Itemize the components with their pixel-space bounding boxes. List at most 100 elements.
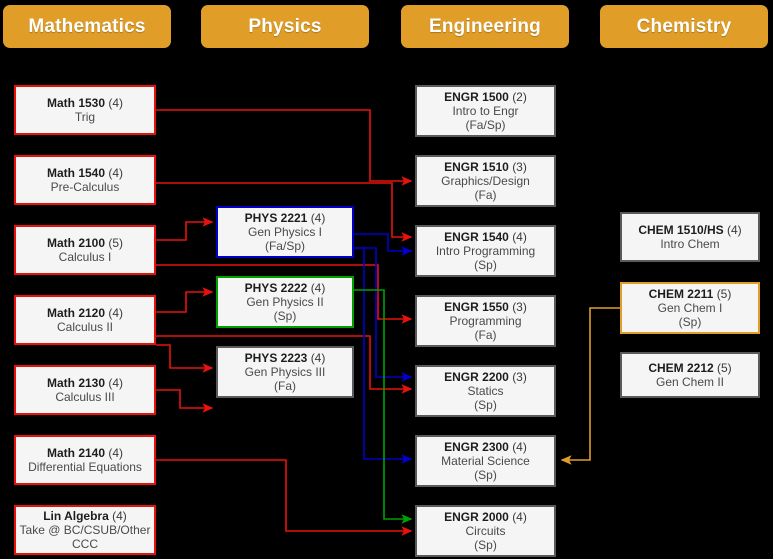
course-term: (Sp) [474, 398, 497, 413]
course-box-engr2000[interactable]: ENGR 2000 (4) Circuits (Sp) [415, 505, 556, 557]
course-box-engr1500[interactable]: ENGR 1500 (2) Intro to Engr (Fa/Sp) [415, 85, 556, 137]
course-box-engr1540[interactable]: ENGR 1540 (4) Intro Programming (Sp) [415, 225, 556, 277]
course-name: Intro Programming [435, 243, 536, 258]
course-term: (Sp) [474, 468, 497, 483]
course-units: (3) [512, 299, 527, 314]
course-code: ENGR 1500 [444, 89, 513, 104]
course-units: (4) [108, 375, 124, 390]
course-name: Gen Chem I [657, 300, 723, 315]
course-box-phys2223[interactable]: PHYS 2223 (4) Gen Physics III (Fa) [216, 346, 354, 398]
course-units: (4) [512, 439, 527, 454]
course-name: Trig [74, 110, 96, 124]
course-code-units: PHYS 2223 (4) [245, 351, 326, 365]
course-name: Calculus III [55, 390, 115, 404]
edge-math1530-to-engr1510 [156, 109, 413, 186]
course-code: CHEM 1510/HS [638, 222, 728, 237]
course-box-chem2212[interactable]: CHEM 2212 (5) Gen Chem II [620, 352, 760, 398]
course-code: Math 2120 [46, 305, 109, 320]
course-code-units: CHEM 2212 (5) [648, 361, 731, 375]
course-units: (4) [112, 508, 127, 523]
course-box-math1540[interactable]: Math 1540 (4) Pre-Calculus [14, 155, 156, 205]
course-box-math2140[interactable]: Math 2140 (4) Differential Equations [14, 435, 156, 485]
course-code-units: Math 2100 (5) [47, 236, 123, 250]
course-units: (5) [716, 286, 732, 301]
course-code-units: Lin Algebra (4) [43, 509, 127, 523]
course-name: Intro to Engr [452, 103, 519, 118]
course-name: Material Science [441, 453, 530, 468]
course-units: (4) [512, 509, 527, 524]
course-term: (Sp) [474, 258, 497, 273]
course-code: CHEM 2211 [648, 286, 717, 301]
course-code-units: ENGR 2000 (4) [444, 510, 527, 524]
course-box-phys2222[interactable]: PHYS 2222 (4) Gen Physics II (Sp) [216, 276, 354, 328]
course-units: (4) [108, 165, 124, 180]
course-units: (4) [108, 305, 124, 320]
edge-phys2221-to-engr1540 [354, 233, 413, 256]
course-box-phys2221[interactable]: PHYS 2221 (4) Gen Physics I (Fa/Sp) [216, 206, 354, 258]
course-name: Circuits [465, 523, 506, 538]
course-box-chem2211[interactable]: CHEM 2211 (5) Gen Chem I (Sp) [620, 282, 760, 334]
edge-math2120-to-phys2222 [156, 287, 214, 313]
course-units: (4) [108, 95, 124, 110]
course-box-engr2200[interactable]: ENGR 2200 (3) Statics (Sp) [415, 365, 556, 417]
edge-math2140-to-engr2000 [156, 459, 413, 536]
edge-math2120-to-phys2223 [156, 344, 214, 373]
course-name: Pre-Calculus [50, 180, 120, 194]
column-header-engineering: Engineering [401, 5, 569, 48]
course-units: (5) [717, 360, 732, 375]
flowchart-canvas: Mathematics Physics Engineering Chemistry M… [0, 0, 773, 559]
course-term: (Fa) [274, 379, 296, 394]
course-units: (4) [310, 210, 326, 225]
course-code: Math 1530 [46, 95, 109, 110]
course-term: CCC [72, 537, 98, 552]
course-code: ENGR 1540 [444, 229, 513, 244]
course-box-linalg[interactable]: Lin Algebra (4) Take @ BC/CSUB/Other CCC [14, 505, 156, 555]
course-box-engr2300[interactable]: ENGR 2300 (4) Material Science (Sp) [415, 435, 556, 487]
course-name: Statics [467, 383, 504, 398]
course-units: (4) [727, 222, 742, 237]
course-units: (3) [512, 159, 527, 174]
course-code: ENGR 1510 [444, 159, 513, 174]
course-box-engr1550[interactable]: ENGR 1550 (3) Programming (Fa) [415, 295, 556, 347]
course-term: (Sp) [273, 309, 297, 324]
course-box-math2130[interactable]: Math 2130 (4) Calculus III [14, 365, 156, 415]
edge-chem2211-to-engr2300 [560, 307, 620, 465]
course-units: (4) [108, 445, 124, 460]
course-code: PHYS 2222 [244, 280, 311, 295]
course-term: (Fa/Sp) [465, 118, 506, 133]
course-name: Intro Chem [660, 237, 720, 251]
course-box-math1530[interactable]: Math 1530 (4) Trig [14, 85, 156, 135]
course-units: (2) [512, 89, 527, 104]
course-code-units: PHYS 2222 (4) [245, 281, 326, 295]
column-header-mathematics: Mathematics [3, 5, 171, 48]
course-code: PHYS 2221 [244, 210, 311, 225]
course-code-units: ENGR 2300 (4) [444, 440, 527, 454]
course-code: Lin Algebra [43, 508, 113, 523]
course-box-engr1510[interactable]: ENGR 1510 (3) Graphics/Design (Fa) [415, 155, 556, 207]
course-code-units: CHEM 1510/HS (4) [638, 223, 741, 237]
course-code: ENGR 2200 [444, 369, 513, 384]
course-code: Math 2130 [46, 375, 109, 390]
course-name: Gen Chem II [655, 375, 725, 389]
course-code-units: Math 2120 (4) [47, 306, 123, 320]
course-box-math2100[interactable]: Math 2100 (5) Calculus I [14, 225, 156, 275]
course-code: ENGR 2300 [444, 439, 513, 454]
course-code-units: ENGR 1540 (4) [444, 230, 527, 244]
course-code-units: Math 2140 (4) [47, 446, 123, 460]
course-term: (Fa) [474, 188, 497, 203]
course-code: Math 2100 [46, 235, 109, 250]
course-code: Math 1540 [46, 165, 109, 180]
course-code: Math 2140 [46, 445, 109, 460]
course-box-chem1510[interactable]: CHEM 1510/HS (4) Intro Chem [620, 212, 760, 262]
course-code-units: PHYS 2221 (4) [245, 211, 326, 225]
course-name: Calculus I [58, 250, 112, 264]
course-box-math2120[interactable]: Math 2120 (4) Calculus II [14, 295, 156, 345]
edge-math2130-to-engr2300 [156, 389, 214, 413]
course-code-units: Math 1540 (4) [47, 166, 123, 180]
course-units: (5) [108, 235, 124, 250]
course-code-units: Math 1530 (4) [47, 96, 123, 110]
course-name: Take @ BC/CSUB/Other [19, 522, 151, 537]
course-code-units: CHEM 2211 (5) [649, 287, 732, 301]
course-units: (3) [512, 369, 527, 384]
course-term: (Sp) [474, 538, 497, 553]
